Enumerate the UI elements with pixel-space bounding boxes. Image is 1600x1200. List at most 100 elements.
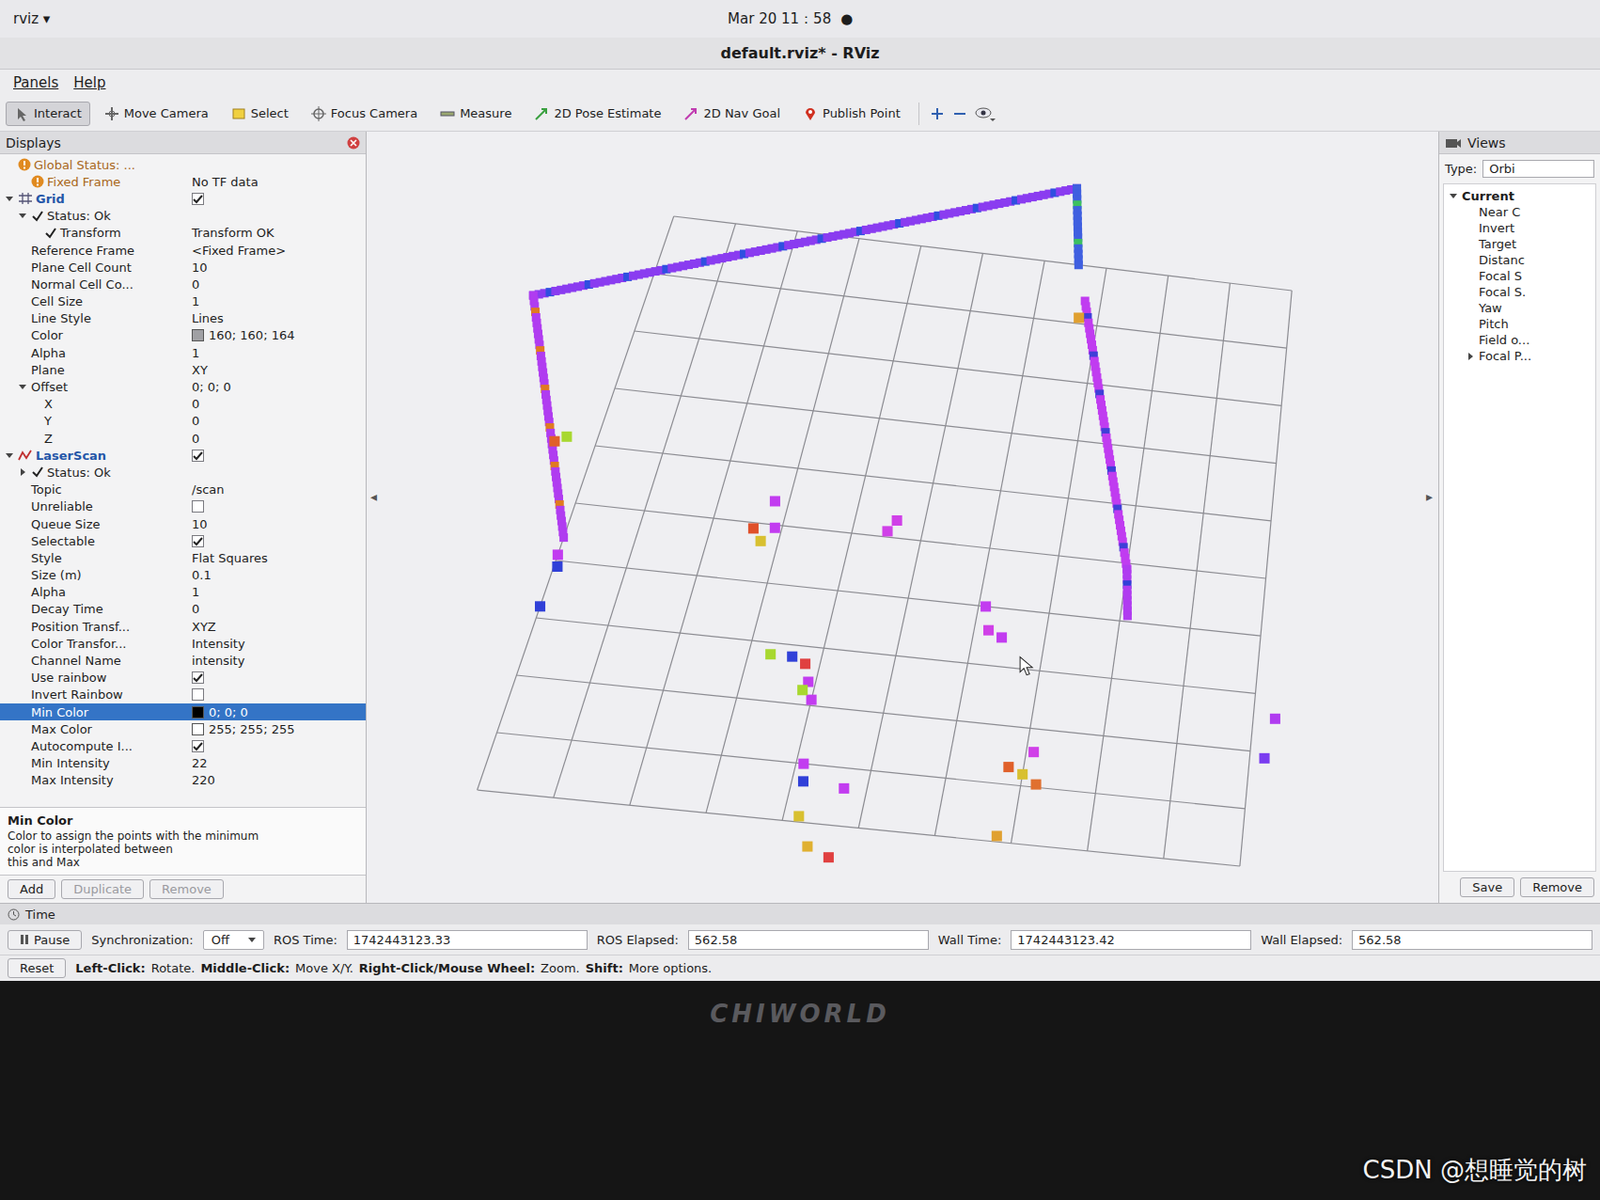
- property-row[interactable]: Unreliable: [0, 498, 366, 516]
- property-value-cell[interactable]: [188, 671, 366, 684]
- expander[interactable]: [16, 381, 29, 393]
- plus-icon[interactable]: [928, 105, 946, 123]
- eye-icon[interactable]: [973, 105, 997, 123]
- property-row[interactable]: Selectable: [0, 532, 366, 550]
- checkbox[interactable]: [191, 688, 204, 701]
- clock[interactable]: Mar 20 11：58●: [727, 10, 853, 29]
- property-row[interactable]: Channel Nameintensity: [0, 651, 366, 669]
- tool-button[interactable]: 2D Nav Goal: [674, 101, 789, 126]
- property-row[interactable]: Offset0; 0; 0: [0, 377, 366, 395]
- expander[interactable]: [3, 449, 16, 461]
- property-value-cell[interactable]: 1: [188, 345, 366, 361]
- property-row[interactable]: Line StyleLines: [0, 310, 366, 328]
- property-value-cell[interactable]: 0: [188, 431, 366, 446]
- view-row[interactable]: Focal P...: [1443, 347, 1596, 364]
- property-value-cell[interactable]: <Fixed Frame>: [188, 243, 366, 258]
- menu-item[interactable]: Help: [73, 74, 106, 92]
- property-value-cell[interactable]: 0: [188, 413, 366, 428]
- time-field[interactable]: 1742443123.42: [1010, 929, 1252, 950]
- property-value-cell[interactable]: 160; 160; 164: [188, 328, 366, 343]
- property-row[interactable]: Global Status: ...: [0, 156, 366, 173]
- tool-button[interactable]: Measure: [431, 101, 520, 126]
- property-row[interactable]: Use rainbow: [0, 669, 366, 687]
- property-row[interactable]: Invert Rainbow: [0, 686, 366, 704]
- view-row[interactable]: Yaw: [1443, 299, 1596, 316]
- property-row[interactable]: Normal Cell Co...0: [0, 275, 366, 293]
- tool-button[interactable]: Move Camera: [95, 101, 218, 126]
- view-row[interactable]: Focal S.: [1443, 283, 1596, 300]
- property-value-cell[interactable]: 0: [188, 277, 366, 292]
- property-row[interactable]: TransformTransform OK: [0, 224, 366, 242]
- menu-item[interactable]: Panels: [13, 74, 59, 92]
- app-menu[interactable]: rviz ▾: [13, 10, 50, 28]
- property-value-cell[interactable]: Flat Squares: [188, 550, 366, 565]
- checkbox[interactable]: [191, 534, 204, 548]
- tool-button[interactable]: 2D Pose Estimate: [525, 101, 670, 126]
- clock-text[interactable]: Mar 20 11：58: [727, 10, 832, 29]
- property-row[interactable]: Status: Ok: [0, 207, 366, 225]
- checkbox[interactable]: [191, 739, 204, 753]
- reset-button[interactable]: Reset: [7, 957, 66, 978]
- property-value-cell[interactable]: intensity: [188, 653, 366, 668]
- property-row[interactable]: Min Color0; 0; 0: [0, 703, 366, 721]
- property-row[interactable]: Queue Size10: [0, 515, 366, 533]
- property-value-cell[interactable]: [188, 739, 366, 753]
- checkbox[interactable]: [191, 500, 204, 513]
- checkbox[interactable]: [191, 449, 204, 462]
- close-icon[interactable]: [346, 136, 361, 150]
- color-swatch[interactable]: [191, 329, 204, 342]
- checkbox[interactable]: [191, 192, 204, 205]
- 3d-viewport[interactable]: ◂▸: [366, 131, 1439, 903]
- property-row[interactable]: PlaneXY: [0, 360, 366, 378]
- render-view[interactable]: [366, 131, 1439, 903]
- view-row[interactable]: Near C: [1443, 203, 1596, 220]
- panel-button[interactable]: Add: [7, 878, 56, 899]
- property-row[interactable]: Alpha1: [0, 344, 366, 361]
- property-value-cell[interactable]: [188, 449, 366, 462]
- panel-button[interactable]: Save: [1459, 877, 1515, 897]
- property-row[interactable]: Autocompute I...: [0, 737, 366, 754]
- property-value-cell[interactable]: Lines: [188, 311, 366, 326]
- tool-button[interactable]: Publish Point: [794, 101, 910, 126]
- pause-button[interactable]: Pause: [7, 929, 82, 950]
- property-row[interactable]: Max Intensity220: [0, 771, 366, 789]
- property-row[interactable]: Min Intensity22: [0, 754, 366, 772]
- property-value-cell[interactable]: XYZ: [188, 619, 366, 634]
- property-row[interactable]: Topic/scan: [0, 481, 366, 499]
- property-value-cell[interactable]: [188, 688, 366, 701]
- property-value-cell[interactable]: 220: [188, 772, 366, 787]
- color-swatch[interactable]: [191, 722, 204, 736]
- expander[interactable]: [1447, 190, 1459, 203]
- expander[interactable]: [1464, 350, 1476, 362]
- collapse-right-handle[interactable]: ▸: [1426, 488, 1433, 504]
- property-row[interactable]: Position Transf...XYZ: [0, 617, 366, 635]
- property-row[interactable]: Y0: [0, 412, 366, 430]
- property-row[interactable]: Alpha1: [0, 583, 366, 601]
- expander[interactable]: [16, 210, 29, 222]
- property-value-cell[interactable]: 255; 255; 255: [188, 721, 366, 737]
- property-value-cell[interactable]: 0: [188, 601, 366, 616]
- view-row[interactable]: Distanc: [1443, 251, 1596, 268]
- expander[interactable]: [16, 466, 29, 478]
- property-row[interactable]: StyleFlat Squares: [0, 549, 366, 566]
- property-value-cell[interactable]: [188, 534, 366, 548]
- view-row[interactable]: Pitch: [1443, 315, 1596, 332]
- view-row[interactable]: Field o...: [1443, 331, 1596, 348]
- tool-button[interactable]: Focus Camera: [302, 101, 426, 126]
- property-value-cell[interactable]: 0; 0; 0: [188, 705, 366, 720]
- property-value-cell[interactable]: 1: [188, 294, 366, 309]
- view-row[interactable]: Focal S: [1443, 267, 1596, 284]
- property-row[interactable]: Z0: [0, 429, 366, 447]
- minus-icon[interactable]: [951, 105, 969, 123]
- property-value-cell[interactable]: 1: [188, 584, 366, 599]
- property-value-cell[interactable]: 22: [188, 755, 366, 770]
- checkbox[interactable]: [191, 671, 204, 684]
- property-value-cell[interactable]: XY: [188, 362, 366, 377]
- property-row[interactable]: Color Transfor...Intensity: [0, 634, 366, 652]
- view-row[interactable]: Target: [1443, 235, 1596, 252]
- property-row[interactable]: Status: Ok: [0, 463, 366, 481]
- property-value-cell[interactable]: 0.1: [188, 567, 366, 582]
- tool-button[interactable]: Interact: [5, 101, 91, 126]
- property-row[interactable]: Size (m)0.1: [0, 566, 366, 584]
- property-value-cell[interactable]: Intensity: [188, 636, 366, 651]
